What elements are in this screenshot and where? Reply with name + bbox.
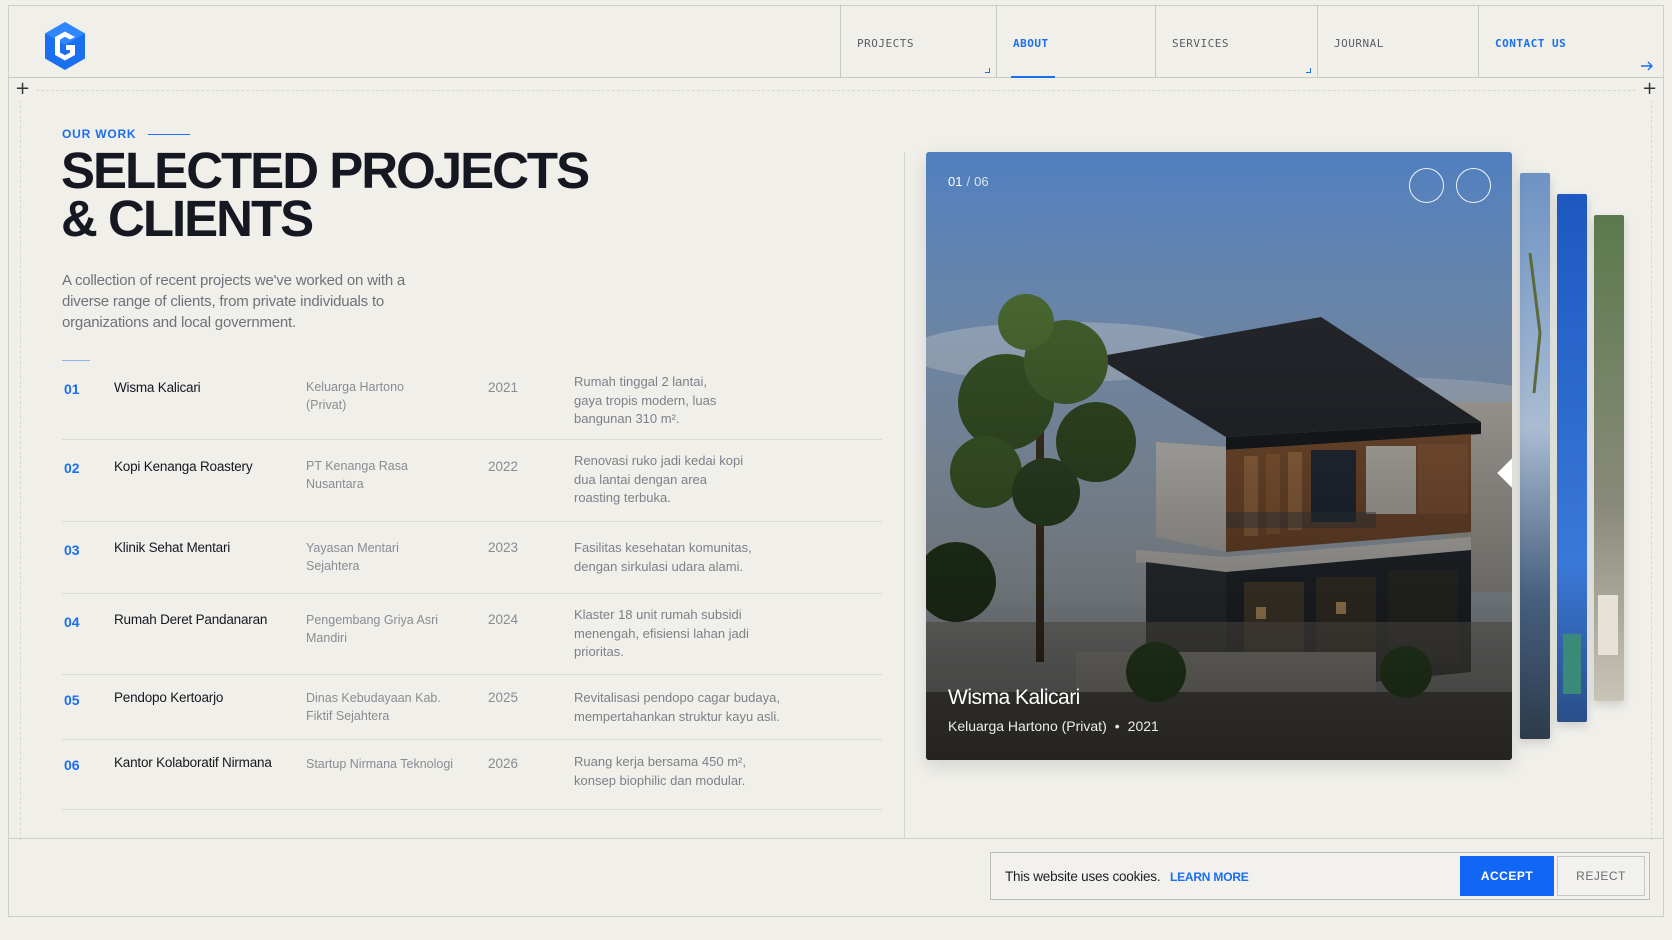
cookie-message: This website uses cookies. LEARN MORE <box>1005 869 1249 884</box>
page-title: SELECTED PROJECTS & CLIENTS <box>61 142 681 247</box>
project-name: Kantor Kolaboratif Nirmana <box>114 755 272 770</box>
nav-about[interactable]: ABOUT <box>996 5 1155 78</box>
slide-separator: / <box>966 174 971 189</box>
project-list: 01 Wisma Kalicari Keluarga Hartono (Priv… <box>62 360 882 810</box>
footer-divider <box>8 838 1664 839</box>
eyebrow-label: OUR WORK <box>62 127 137 141</box>
crosshair-icon: + <box>1642 78 1658 99</box>
table-row[interactable]: 03 Klinik Sehat Mentari Yayasan Mentari … <box>62 522 882 594</box>
title-line-2: & CLIENTS <box>61 190 314 247</box>
reject-cookies-button[interactable]: REJECT <box>1557 856 1645 896</box>
slide-caption-dot: • <box>1114 718 1120 734</box>
table-row[interactable]: 01 Wisma Kalicari Keluarga Hartono (Priv… <box>62 360 882 440</box>
project-number: 06 <box>64 757 80 773</box>
nav-projects-label: PROJECTS <box>857 37 914 50</box>
nav-services-label: SERVICES <box>1172 37 1229 50</box>
project-description: Ruang kerja bersama 450 m², konsep bioph… <box>574 754 746 788</box>
project-year: 2022 <box>488 459 519 474</box>
project-name: Kopi Kenanga Roastery <box>114 459 253 474</box>
table-row[interactable]: 06 Kantor Kolaboratif Nirmana Startup Ni… <box>62 740 882 810</box>
arrow-right-icon <box>1641 61 1653 71</box>
title-line-1: SELECTED PROJECTS <box>61 142 590 199</box>
nav-about-label: ABOUT <box>1013 37 1049 50</box>
project-description: Revitalisasi pendopo cagar budaya, mempe… <box>574 690 780 724</box>
eyebrow-rule <box>148 133 191 135</box>
nav-contact-label: CONTACT US <box>1495 37 1567 50</box>
project-client: Pengembang Griya Asri Mandiri <box>306 613 439 645</box>
next-slide-button[interactable] <box>1456 168 1491 203</box>
table-row[interactable]: 05 Pendopo Kertoarjo Dinas Kebudayaan Ka… <box>62 675 882 740</box>
cookie-text: This website uses cookies. <box>1005 869 1161 884</box>
learn-more-link[interactable]: LEARN MORE <box>1170 870 1249 884</box>
table-row[interactable]: 04 Rumah Deret Pandanaran Pengembang Gri… <box>62 594 882 675</box>
nav-services[interactable]: SERVICES <box>1155 5 1317 78</box>
project-year: 2025 <box>488 690 519 705</box>
project-slide[interactable]: 01/06 Wisma Kalicari Keluarga Hartono (P… <box>926 152 1512 760</box>
project-name: Wisma Kalicari <box>114 380 201 395</box>
slide-counter: 01/06 <box>948 174 989 189</box>
slide-preview[interactable] <box>1594 215 1624 701</box>
section-eyebrow: OUR WORK <box>62 127 191 141</box>
slide-preview[interactable] <box>1557 194 1587 722</box>
slide-total: 06 <box>974 174 989 189</box>
project-year: 2021 <box>488 380 519 395</box>
nav-journal[interactable]: JOURNAL <box>1317 5 1478 78</box>
grid-guide <box>20 100 21 840</box>
project-number: 03 <box>64 542 80 558</box>
slide-current: 01 <box>948 174 963 189</box>
project-number: 02 <box>64 460 80 476</box>
project-client: Dinas Kebudayaan Kab. Fiktif Sejahtera <box>306 691 441 723</box>
intro-text: A collection of recent projects we've wo… <box>62 272 406 331</box>
logo-icon[interactable] <box>44 21 86 71</box>
cookie-banner: This website uses cookies. LEARN MORE AC… <box>990 852 1650 900</box>
project-year: 2023 <box>488 540 519 555</box>
nav-projects[interactable]: PROJECTS <box>840 5 996 78</box>
grid-guide <box>1651 100 1652 840</box>
slide-caption-title: Wisma Kalicari <box>948 686 1080 709</box>
crosshair-icon: + <box>15 78 31 99</box>
project-description: Rumah tinggal 2 lantai, gaya tropis mode… <box>574 374 717 426</box>
project-client: PT Kenanga Rasa Nusantara <box>306 459 408 491</box>
site-header: PROJECTS ABOUT SERVICES JOURNAL CONTACT … <box>8 5 1664 78</box>
main-nav: PROJECTS ABOUT SERVICES JOURNAL CONTACT … <box>840 5 1664 78</box>
slide-caption-meta: Keluarga Hartono (Privat) • 2021 <box>948 718 1159 734</box>
project-number: 01 <box>64 381 80 397</box>
project-name: Pendopo Kertoarjo <box>114 690 224 705</box>
table-row[interactable]: 02 Kopi Kenanga Roastery PT Kenanga Rasa… <box>62 440 882 522</box>
slide-caption-client: Keluarga Hartono (Privat) <box>948 718 1107 734</box>
slide-caption-year: 2021 <box>1127 718 1159 734</box>
grid-guide <box>36 90 1636 91</box>
corner-marker-icon <box>1306 68 1311 73</box>
project-year: 2024 <box>488 612 519 627</box>
project-client: Yayasan Mentari Sejahtera <box>306 541 399 573</box>
column-divider <box>904 152 905 838</box>
project-description: Fasilitas kesehatan komunitas, dengan si… <box>574 540 752 574</box>
slide-preview[interactable] <box>1520 173 1550 739</box>
corner-marker-icon <box>985 68 990 73</box>
project-number: 04 <box>64 614 80 630</box>
prev-slide-button[interactable] <box>1409 168 1512 488</box>
project-client: Startup Nirmana Teknologi <box>306 757 454 771</box>
nav-journal-label: JOURNAL <box>1334 37 1384 50</box>
project-name: Klinik Sehat Mentari <box>114 540 231 555</box>
chevron-right-icon <box>1457 169 1512 760</box>
project-number: 05 <box>64 692 80 708</box>
project-name: Rumah Deret Pandanaran <box>114 612 268 627</box>
project-client: Keluarga Hartono (Privat) <box>306 380 404 412</box>
project-description: Renovasi ruko jadi kedai kopi dua lantai… <box>574 453 744 505</box>
nav-contact-us[interactable]: CONTACT US <box>1478 5 1664 78</box>
accept-cookies-button[interactable]: ACCEPT <box>1460 856 1554 896</box>
project-year: 2026 <box>488 756 519 771</box>
project-description: Klaster 18 unit rumah subsidi menengah, … <box>574 607 749 659</box>
